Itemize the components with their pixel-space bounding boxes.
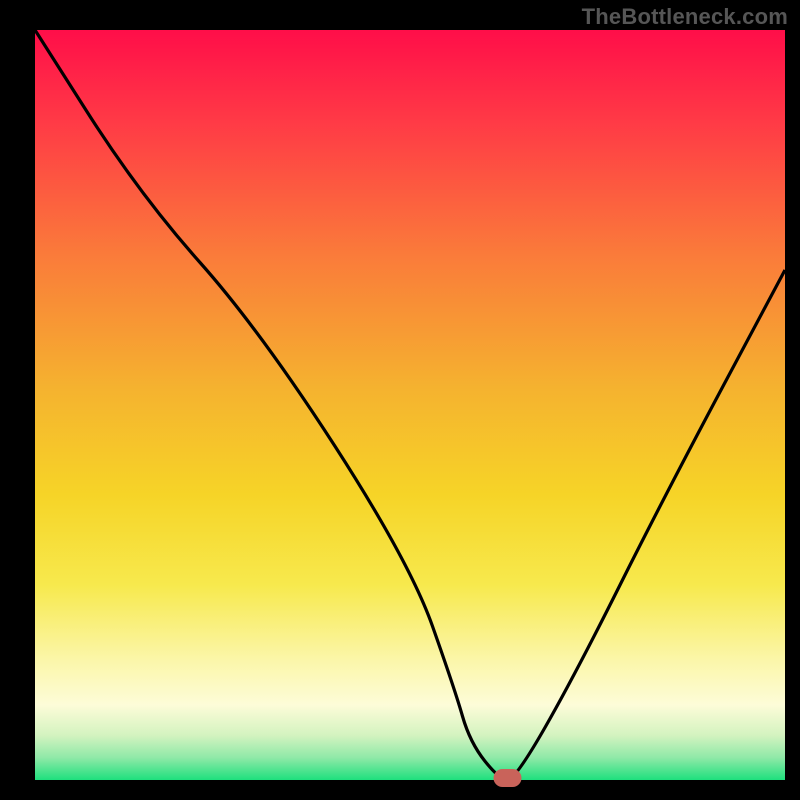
chart-frame: { "watermark": "TheBottleneck.com", "cha… [0,0,800,800]
bottleneck-chart [0,0,800,800]
gradient-background [35,30,785,780]
optimal-marker [494,769,522,787]
watermark-text: TheBottleneck.com [582,4,788,30]
